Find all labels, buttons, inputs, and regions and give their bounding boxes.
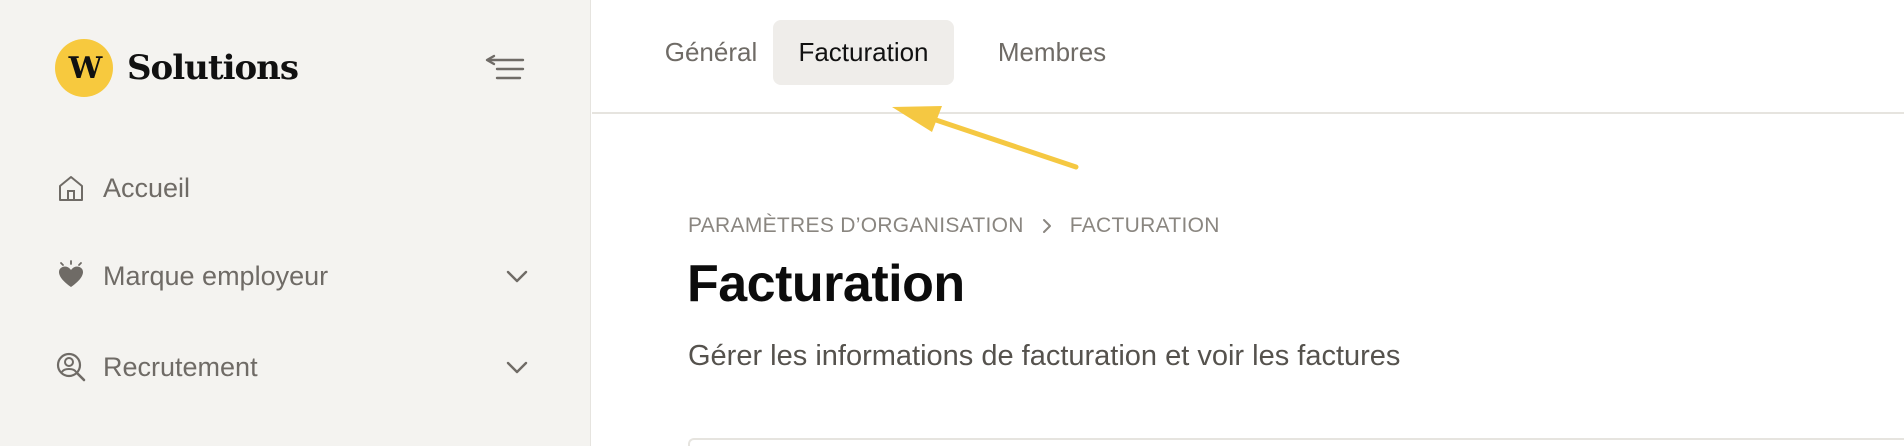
page-subtitle: Gérer les informations de facturation et… bbox=[688, 340, 1401, 372]
tab-membres[interactable]: Membres bbox=[982, 20, 1122, 85]
logo-text: W bbox=[68, 50, 103, 86]
user-search-icon bbox=[55, 351, 87, 383]
sidebar-item-accueil[interactable]: Accueil bbox=[55, 163, 530, 213]
main-content: Général Facturation Membres PARAMÈTRES D… bbox=[592, 0, 1904, 446]
sidebar-item-label: Accueil bbox=[103, 172, 191, 203]
tab-facturation[interactable]: Facturation bbox=[773, 20, 954, 85]
brand[interactable]: W Solutions bbox=[55, 38, 299, 98]
home-icon bbox=[55, 172, 87, 204]
sidebar-item-marque-employeur[interactable]: Marque employeur bbox=[55, 251, 530, 301]
chevron-down-icon[interactable] bbox=[504, 263, 530, 289]
sidebar-item-label: Marque employeur bbox=[103, 260, 329, 291]
chevron-right-icon bbox=[1040, 217, 1054, 235]
settings-tabs: Général Facturation Membres bbox=[592, 0, 1904, 114]
sidebar-item-recrutement[interactable]: Recrutement bbox=[55, 342, 530, 392]
sidebar: W Solutions Accueil Marque employeur Rec… bbox=[0, 0, 591, 446]
collapse-menu-icon bbox=[485, 54, 525, 80]
chevron-down-icon[interactable] bbox=[504, 354, 530, 380]
app-window: W Solutions Accueil Marque employeur Rec… bbox=[0, 0, 1904, 446]
billing-card bbox=[688, 438, 1904, 446]
logo: W bbox=[55, 39, 113, 97]
sidebar-item-label: Recrutement bbox=[103, 351, 258, 382]
breadcrumb-current: FACTURATION bbox=[1069, 214, 1220, 237]
collapse-sidebar-button[interactable] bbox=[482, 46, 528, 92]
tab-general[interactable]: Général bbox=[639, 20, 783, 85]
breadcrumb: PARAMÈTRES D’ORGANISATION FACTURATION bbox=[688, 214, 1220, 238]
heart-sparkle-icon bbox=[55, 260, 87, 292]
brand-name: Solutions bbox=[127, 48, 299, 88]
breadcrumb-parent[interactable]: PARAMÈTRES D’ORGANISATION bbox=[688, 214, 1024, 238]
page-title: Facturation bbox=[687, 255, 965, 313]
